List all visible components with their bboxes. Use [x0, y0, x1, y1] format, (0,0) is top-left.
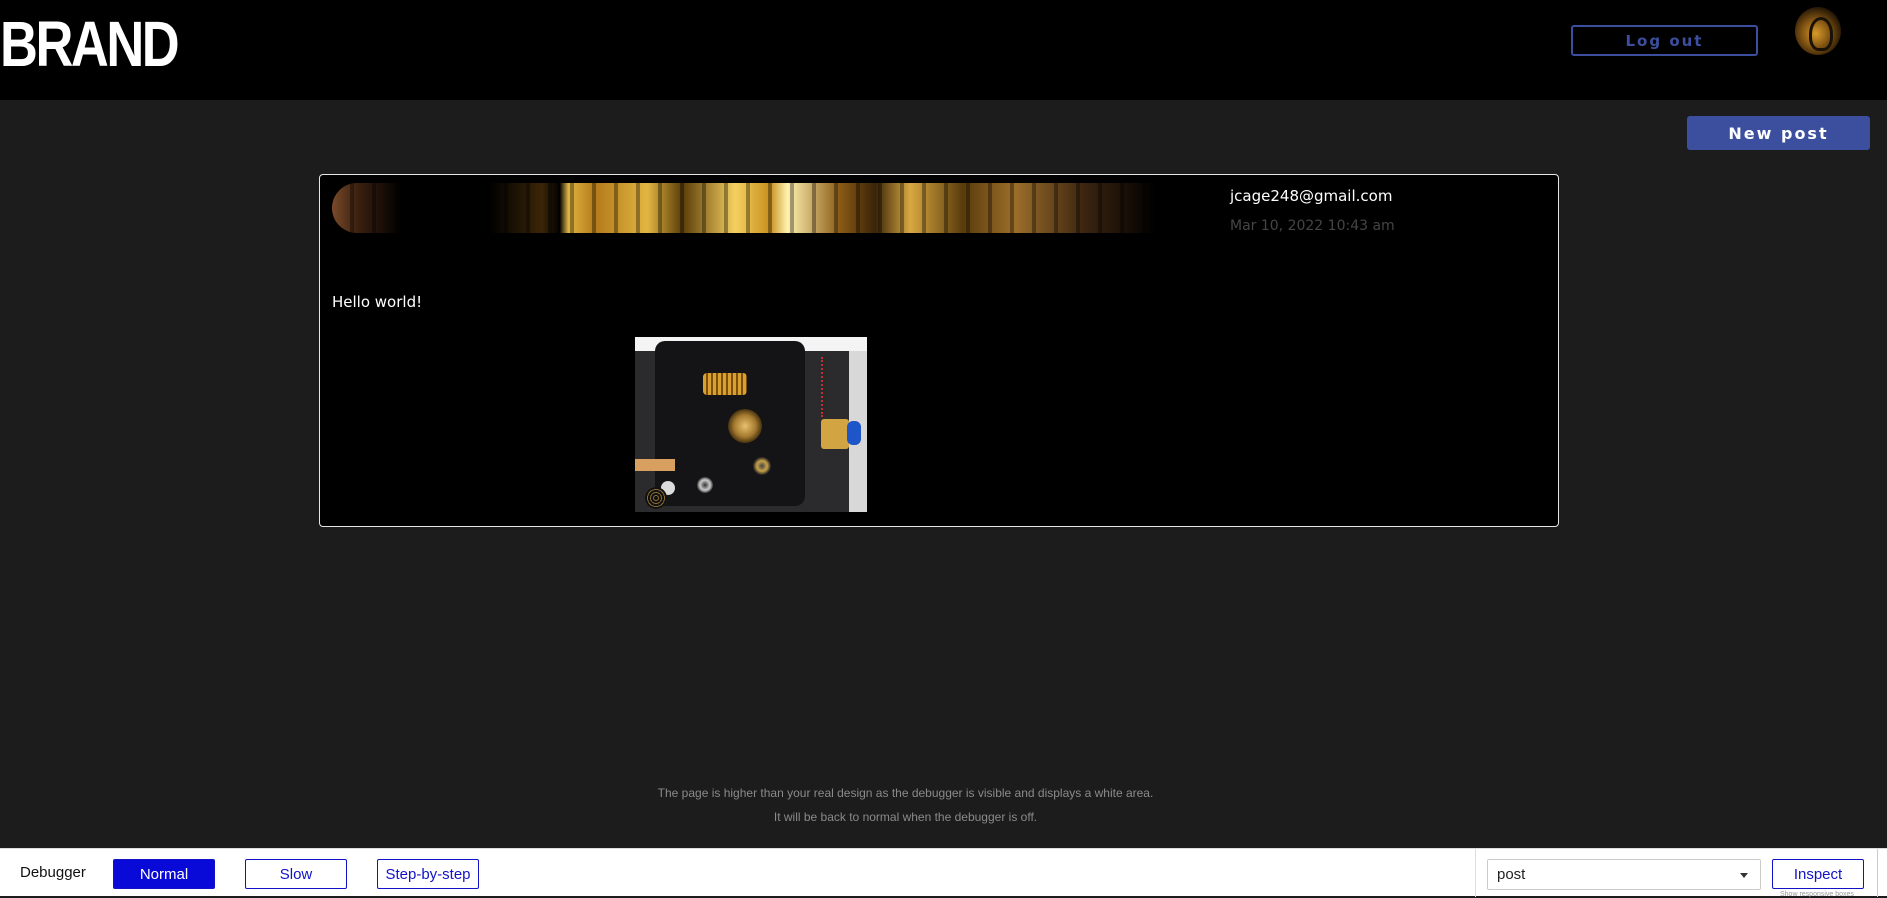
post-card: jcage248@gmail.com Mar 10, 2022 10:43 am…	[319, 174, 1559, 527]
debug-note-line1: The page is higher than your real design…	[657, 786, 1154, 800]
debugger-label: Debugger	[20, 864, 86, 881]
post-author: jcage248@gmail.com	[1230, 187, 1393, 205]
responsive-boxes-toggle[interactable]: Show responsive boxes	[1780, 891, 1854, 898]
divider	[1475, 849, 1476, 897]
mode-slow-button[interactable]: Slow	[245, 859, 347, 889]
header: BRAND Log out	[0, 0, 1887, 100]
chevron-down-icon	[1740, 873, 1748, 878]
element-select-value: post	[1497, 866, 1526, 883]
debug-note-line2: It will be back to normal when the debug…	[773, 810, 1038, 824]
post-banner-image	[332, 183, 1208, 233]
inspect-button[interactable]: Inspect	[1772, 859, 1864, 889]
logout-button[interactable]: Log out	[1571, 25, 1758, 56]
new-post-button[interactable]: New post	[1687, 116, 1870, 150]
mode-step-button[interactable]: Step-by-step	[377, 859, 479, 889]
mode-normal-button[interactable]: Normal	[113, 859, 215, 889]
post-text: Hello world!	[332, 293, 423, 311]
avatar[interactable]	[1795, 7, 1841, 55]
debugger-bar: Debugger Normal Slow Step-by-step post I…	[0, 848, 1887, 898]
divider	[1877, 849, 1878, 897]
brand-logo[interactable]: BRAND	[0, 12, 180, 76]
element-select[interactable]: post	[1487, 859, 1761, 890]
post-date: Mar 10, 2022 10:43 am	[1230, 218, 1395, 234]
post-image	[635, 337, 867, 512]
